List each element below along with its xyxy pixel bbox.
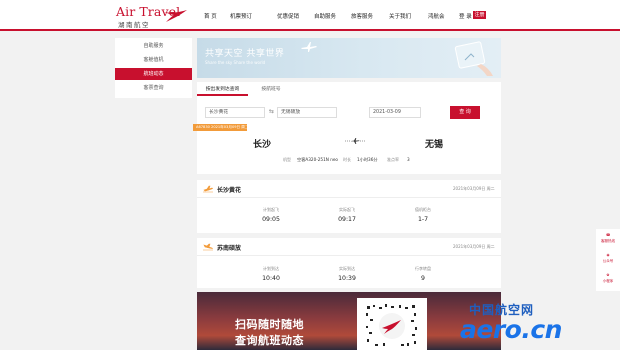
aircraft-label: 机型: [283, 157, 291, 162]
scheduled-arrival-label: 计划到达: [263, 266, 279, 271]
qr-code-icon: [363, 302, 421, 350]
destination-city: 无锡: [425, 140, 444, 150]
sidebar-item-ticket-query[interactable]: 客票查询: [115, 82, 192, 94]
checkin-counter-label: 值机柜台: [415, 207, 431, 212]
scheduled-departure-label: 计划起飞: [263, 207, 279, 212]
scheduled-arrival-value: 10:40: [262, 275, 280, 282]
baggage-carousel-value: 9: [421, 275, 425, 282]
baggage-carousel-label: 行李转盘: [415, 266, 431, 271]
login-link[interactable]: 登 录: [459, 12, 472, 20]
ontime-label: 准点率: [387, 157, 399, 162]
actual-arrival-value: 10:39: [338, 275, 356, 282]
flight-tag: A67830 2021年03月09日 周二: [193, 124, 247, 131]
nav-booking[interactable]: 机票预订: [230, 12, 252, 20]
nav-about[interactable]: 关于我们: [389, 12, 411, 20]
route-plane-icon: [345, 138, 365, 144]
departure-input[interactable]: 长沙黄花: [205, 107, 265, 118]
nav-home[interactable]: 首 页: [204, 12, 217, 20]
checkin-counter-value: 1-7: [417, 216, 429, 223]
watermark-en: aero.cn: [460, 315, 562, 344]
date-input[interactable]: 2021-03-09: [369, 107, 421, 118]
scheduled-departure-value: 09:05: [262, 216, 280, 223]
mini-program-icon[interactable]: ✿: [596, 273, 620, 277]
hand-glass-icon: [454, 41, 493, 76]
aircraft-value: 空客A320-251N neo: [297, 157, 338, 162]
station-date: 2021年03月09日 周二: [453, 244, 495, 249]
station-name: 长沙黄花: [217, 187, 242, 194]
nav-passenger-service[interactable]: 旅客服务: [351, 12, 373, 20]
promo-line-2: 查询航班动态: [235, 334, 304, 347]
arrival-station-card: 苏南硕放 2021年03月09日 周二 计划到达 10:40 实际到达 10:3…: [197, 238, 501, 288]
station-name: 苏南硕放: [217, 245, 242, 252]
wechat-icon[interactable]: ◉: [596, 253, 620, 257]
duration-value: 1小时36分: [357, 157, 378, 162]
nav-promotions[interactable]: 优惠促销: [277, 12, 299, 20]
takeoff-icon: [203, 185, 213, 193]
sidebar-item-self-service[interactable]: 自助服务: [115, 40, 192, 52]
duration-label: 时长: [343, 157, 351, 162]
actual-departure-value: 09:17: [338, 216, 356, 223]
arrival-input[interactable]: 无锡硕放: [277, 107, 337, 118]
swap-icon[interactable]: ⇆: [269, 108, 274, 115]
banner-title: 共享天空 共享世界: [205, 49, 285, 59]
qr-promo-banner: 扫码随时随地 查询航班动态: [197, 292, 501, 350]
landing-icon: [203, 243, 213, 251]
floating-service-bar: ☎ 客服热线 ◉ 公众号 ✿ 小程序: [596, 229, 620, 291]
station-date: 2021年03月09日 周二: [453, 186, 495, 191]
tab-by-route[interactable]: 按出发到达查询: [197, 84, 248, 96]
logo-text-cn: 湖南航空: [118, 21, 150, 29]
float-mini-program[interactable]: 小程序: [596, 279, 620, 284]
sidebar-item-flight-status[interactable]: 航班动态: [115, 68, 192, 80]
station-header: 苏南硕放 2021年03月09日 周二: [197, 238, 501, 256]
banner: 共享天空 共享世界 Share the sky Share the world: [197, 38, 501, 78]
banner-subtitle: Share the sky Share the world: [205, 60, 266, 65]
ontime-value: 3: [407, 157, 410, 162]
sidebar: 自助服务 客舱值机 航班动态 客票查询: [115, 38, 192, 98]
airplane-icon: [301, 42, 317, 52]
qr-code: [357, 298, 427, 350]
tab-by-flight-number[interactable]: 按航班号: [251, 84, 291, 96]
actual-arrival-label: 实际到达: [339, 266, 355, 271]
origin-city: 长沙: [253, 140, 272, 150]
departure-station-card: 长沙黄花 2021年03月09日 周二 计划起飞 09:05 实际起飞 09:1…: [197, 180, 501, 233]
promo-line-1: 扫码随时随地: [235, 318, 304, 331]
nav-loyalty[interactable]: 鸿航会: [428, 12, 445, 20]
float-official-account[interactable]: 公众号: [596, 259, 620, 264]
logo-bird-icon: [164, 10, 187, 22]
search-card: 按出发到达查询 按航班号 长沙黄花 ⇆ 无锡硕放 2021-03-09 查 询 …: [193, 82, 501, 174]
register-button[interactable]: 注册: [473, 11, 486, 19]
search-button[interactable]: 查 询: [450, 106, 480, 119]
float-hotline[interactable]: 客服热线: [596, 239, 620, 244]
top-header: Air Travel 湖南航空 首 页 机票预订 优惠促销 自助服务 旅客服务 …: [0, 0, 620, 31]
actual-departure-label: 实际起飞: [339, 207, 355, 212]
hotline-icon[interactable]: ☎: [596, 233, 620, 237]
sidebar-item-checkin[interactable]: 客舱值机: [115, 54, 192, 66]
station-header: 长沙黄花 2021年03月09日 周二: [197, 180, 501, 198]
nav-self-service[interactable]: 自助服务: [314, 12, 336, 20]
